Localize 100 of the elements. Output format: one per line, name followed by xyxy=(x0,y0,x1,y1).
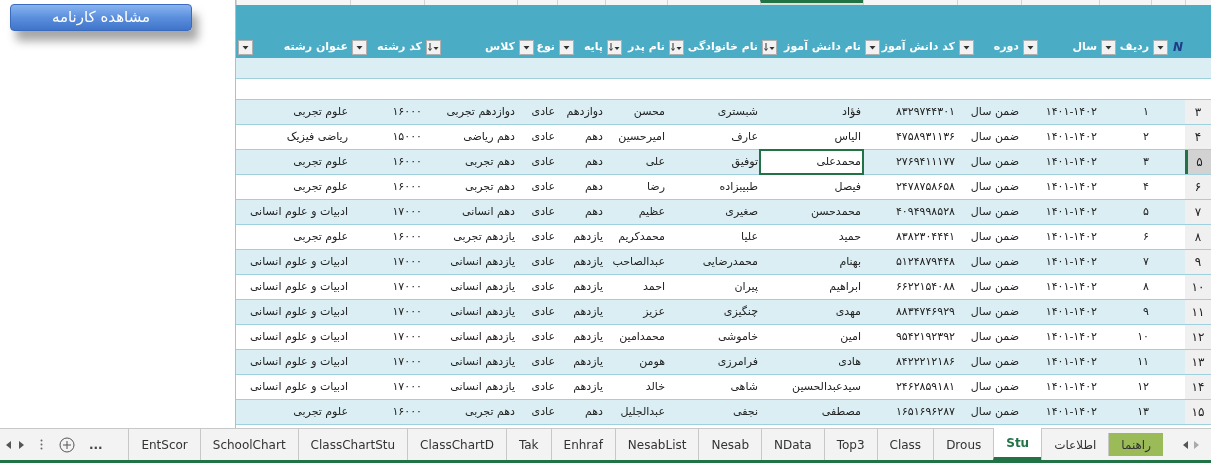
scroll-left-icon[interactable] xyxy=(1181,439,1189,450)
table-cell-text: خاموشی xyxy=(716,328,759,345)
table-cell-text: ۱ xyxy=(1142,103,1150,120)
table-cell-text: ۱۴۰۱-۱۴۰۲ xyxy=(1044,178,1098,195)
table-cell-text: ۱۶۰۰۰ xyxy=(391,103,423,120)
table-cell-text: ۱۴۰۱-۱۴۰۲ xyxy=(1044,228,1098,245)
table-cell-text: ۱۶۰۰۰ xyxy=(391,403,423,420)
row-number: ۷ xyxy=(1185,200,1211,224)
table-cell-text: ۱۵۰۰۰ xyxy=(391,128,423,145)
table-cell-text: ۴ xyxy=(1142,178,1150,195)
table-cell-text: توفیق xyxy=(730,153,759,170)
table-cell-text: پیران xyxy=(733,278,759,295)
table-cell-text: رضا xyxy=(646,178,666,195)
table-cell-text: مهدی xyxy=(834,303,862,320)
table-cell-text: یازدهم انسانی xyxy=(449,303,516,320)
table-cell-text: ۵ xyxy=(1142,203,1150,220)
table-cell-text: علوم تجربی xyxy=(292,103,349,120)
filter-button[interactable] xyxy=(959,40,974,55)
filter-button[interactable] xyxy=(559,40,574,55)
filter-button[interactable] xyxy=(1153,40,1168,55)
table-cell-text: ۷ xyxy=(1142,253,1150,270)
filter-button[interactable] xyxy=(238,40,253,55)
sheet-tab[interactable]: Stu xyxy=(993,428,1042,460)
table-cell-text: عادی xyxy=(530,278,556,295)
table-cell-text: یازدهم انسانی xyxy=(449,328,516,345)
table-cell-text: یازدهم xyxy=(572,253,604,270)
sort-filter-button[interactable] xyxy=(669,40,684,55)
column-header: ردیف xyxy=(1119,39,1149,55)
table-cell-text: ۴۷۵۸۹۳۱۱۳۶ xyxy=(894,128,956,145)
table-cell-text: ۲۷۶۹۴۱۱۱۷۷ xyxy=(894,153,956,170)
sort-filter-button[interactable] xyxy=(762,40,777,55)
column-header: نام پدر xyxy=(628,39,665,55)
table-cell-text: ضمن سال xyxy=(969,103,1020,120)
table-cell-text: ضمن سال xyxy=(969,128,1020,145)
table-cell-text: علوم تجربی xyxy=(292,403,349,420)
column-header: دوره xyxy=(993,39,1019,55)
sheet-tab[interactable]: راهنما xyxy=(1108,433,1163,456)
table-cell-text: دهم تجربی xyxy=(464,403,516,420)
table-cell-text: عادی xyxy=(530,178,556,195)
table-cell-text: علوم تجربی xyxy=(292,228,349,245)
row-number: ۴ xyxy=(1185,125,1211,149)
table-cell-text: ۱۷۰۰۰ xyxy=(391,378,423,395)
table-cell-text: شبستری xyxy=(716,103,759,120)
row-number: ۶ xyxy=(1185,175,1211,199)
table-cell-text: ۱۱ xyxy=(1136,353,1150,370)
scroll-left-icon[interactable] xyxy=(4,439,12,450)
table-cell-text: ۱۴۰۱-۱۴۰۲ xyxy=(1044,253,1098,270)
table-cell-text: ۱۴۰۱-۱۴۰۲ xyxy=(1044,403,1098,420)
table-cell-text: دهم تجربی xyxy=(464,153,516,170)
table-cell: محمدعلی xyxy=(760,150,863,174)
table-cell-text: عادی xyxy=(530,403,556,420)
table-cell-text: احمد xyxy=(642,278,666,295)
more-tabs-link[interactable]: ... xyxy=(89,435,103,454)
table-cell-text: ۵۱۲۴۸۷۹۴۴۸ xyxy=(894,253,956,270)
report-button[interactable]: مشاهده کارنامه xyxy=(10,4,192,31)
table-cell-text: ۹۵۴۲۱۹۲۳۹۲ xyxy=(894,328,956,345)
add-sheet-icon[interactable] xyxy=(59,436,75,453)
table-cell-text: سیدعبدالحسین xyxy=(791,378,862,395)
table-cell-text: محسن xyxy=(632,103,666,120)
table-cell-text: ۸۳۸۲۳۰۴۴۴۱ xyxy=(894,228,956,245)
table-cell-text: یازدهم انسانی xyxy=(449,378,516,395)
table-cell-text: عادی xyxy=(530,303,556,320)
sort-filter-button[interactable] xyxy=(607,40,622,55)
column-header: N xyxy=(1172,39,1183,55)
table-cell-text: ۱۴۰۱-۱۴۰۲ xyxy=(1044,203,1098,220)
table-cell-text: عادی xyxy=(530,328,556,345)
row-number: ۱۰ xyxy=(1185,275,1211,299)
table-cell-text: عادی xyxy=(530,378,556,395)
sort-filter-button[interactable] xyxy=(426,40,441,55)
table-cell-text: عارف xyxy=(730,128,759,145)
table-cell-text: عزیز xyxy=(641,303,666,320)
filter-button[interactable] xyxy=(865,40,880,55)
filter-button[interactable] xyxy=(1023,40,1038,55)
table-cell-text: عادی xyxy=(530,203,556,220)
filter-button[interactable] xyxy=(1101,40,1116,55)
table-cell-text: ضمن سال xyxy=(969,403,1020,420)
table-cell-text: صغیری xyxy=(724,203,759,220)
table-cell-text: ۱۴۰۱-۱۴۰۲ xyxy=(1044,303,1098,320)
table-cell-text: دهم انسانی xyxy=(460,203,516,220)
table-cell-text: ۱۴۰۱-۱۴۰۲ xyxy=(1044,153,1098,170)
table-cell-text: علی xyxy=(644,153,666,170)
table-cell-text: طبیبزاده xyxy=(718,178,759,195)
more-options-icon[interactable] xyxy=(40,439,43,450)
table-cell-text: ۱۶۰۰۰ xyxy=(391,178,423,195)
table-cell-text: یازدهم xyxy=(572,303,604,320)
table-cell-text: دهم xyxy=(583,153,604,170)
table-cell-text: ضمن سال xyxy=(969,353,1020,370)
table-cell-text: امین xyxy=(839,328,862,345)
table-cell-text: فؤاد xyxy=(841,103,862,120)
table-cell-text: علیا xyxy=(740,228,759,245)
table-cell-text: ۱۴۰۱-۱۴۰۲ xyxy=(1044,378,1098,395)
table-cell-text: علوم تجربی xyxy=(292,153,349,170)
table-cell-text: ۱۴۰۱-۱۴۰۲ xyxy=(1044,278,1098,295)
column-heading[interactable] xyxy=(760,0,863,5)
filter-button[interactable] xyxy=(519,40,534,55)
filter-button[interactable] xyxy=(352,40,367,55)
table-cell-text: ضمن سال xyxy=(969,153,1020,170)
table-cell-text: الیاس xyxy=(833,128,862,145)
scroll-right-icon[interactable] xyxy=(18,439,26,450)
table-cell-text: ضمن سال xyxy=(969,278,1020,295)
